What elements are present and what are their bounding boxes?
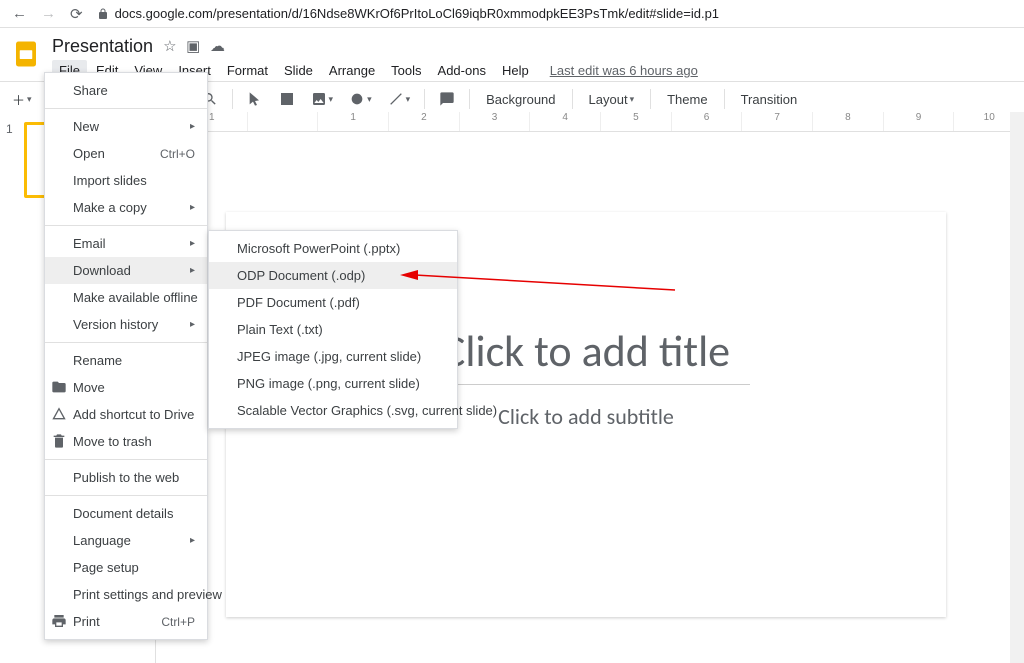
menu-item-share[interactable]: Share — [45, 77, 207, 104]
vertical-scrollbar[interactable] — [1010, 112, 1024, 663]
shape-button[interactable]: ▾ — [343, 86, 378, 112]
image-button[interactable]: ▾ — [305, 86, 340, 112]
menu-arrange[interactable]: Arrange — [322, 60, 382, 81]
menu-item-move[interactable]: Move — [45, 374, 207, 401]
download-jpeg[interactable]: JPEG image (.jpg, current slide) — [209, 343, 457, 370]
menu-item-make-a-copy[interactable]: Make a copy▸ — [45, 194, 207, 221]
file-menu-dropdown: Share New▸ OpenCtrl+O Import slides Make… — [44, 72, 208, 640]
menu-item-publish[interactable]: Publish to the web — [45, 464, 207, 491]
chevron-right-icon: ▸ — [190, 319, 195, 330]
address-bar[interactable]: docs.google.com/presentation/d/16Ndse8WK… — [97, 6, 719, 21]
menu-help[interactable]: Help — [495, 60, 536, 81]
drive-shortcut-icon — [51, 406, 67, 422]
document-title[interactable]: Presentation — [52, 36, 153, 57]
transition-button[interactable]: Transition — [733, 86, 806, 112]
select-tool-button[interactable] — [241, 86, 269, 112]
annotation-arrow — [400, 270, 680, 300]
menu-item-page-setup[interactable]: Page setup — [45, 554, 207, 581]
menu-slide[interactable]: Slide — [277, 60, 320, 81]
chevron-right-icon: ▸ — [190, 121, 195, 132]
menu-item-language[interactable]: Language▸ — [45, 527, 207, 554]
new-slide-button[interactable]: ＋▾ — [6, 86, 38, 112]
chevron-right-icon: ▸ — [190, 238, 195, 249]
slide-title-placeholder[interactable]: Click to add title — [422, 324, 750, 385]
menu-tools[interactable]: Tools — [384, 60, 428, 81]
menu-format[interactable]: Format — [220, 60, 275, 81]
menu-item-version-history[interactable]: Version history▸ — [45, 311, 207, 338]
trash-icon — [51, 433, 67, 449]
layout-button[interactable]: Layout▾ — [581, 86, 643, 112]
menu-item-open[interactable]: OpenCtrl+O — [45, 140, 207, 167]
folder-move-icon — [51, 379, 67, 395]
menu-item-new[interactable]: New▸ — [45, 113, 207, 140]
line-button[interactable]: ▾ — [382, 86, 417, 112]
chevron-right-icon: ▸ — [190, 202, 195, 213]
menu-addons[interactable]: Add-ons — [431, 60, 493, 81]
lock-icon — [97, 8, 109, 20]
menu-item-add-shortcut[interactable]: Add shortcut to Drive — [45, 401, 207, 428]
menu-item-download[interactable]: Download▸ — [45, 257, 207, 284]
menu-item-email[interactable]: Email▸ — [45, 230, 207, 257]
chevron-right-icon: ▸ — [190, 265, 195, 276]
thumbnail-number: 1 — [6, 122, 18, 198]
download-pptx[interactable]: Microsoft PowerPoint (.pptx) — [209, 235, 457, 262]
menu-item-print[interactable]: PrintCtrl+P — [45, 608, 207, 635]
download-svg[interactable]: Scalable Vector Graphics (.svg, current … — [209, 397, 457, 424]
slide-subtitle-placeholder[interactable]: Click to add subtitle — [498, 403, 674, 430]
last-edit-link[interactable]: Last edit was 6 hours ago — [550, 60, 698, 81]
print-icon — [51, 613, 67, 629]
move-folder-icon[interactable]: ▣ — [186, 38, 200, 55]
cloud-status-icon: ☁ — [210, 38, 225, 55]
browser-bar: ← → ⟳ docs.google.com/presentation/d/16N… — [0, 0, 1024, 28]
download-png[interactable]: PNG image (.png, current slide) — [209, 370, 457, 397]
download-submenu: Microsoft PowerPoint (.pptx) ODP Documen… — [208, 230, 458, 429]
download-txt[interactable]: Plain Text (.txt) — [209, 316, 457, 343]
menu-item-rename[interactable]: Rename — [45, 347, 207, 374]
menu-item-import-slides[interactable]: Import slides — [45, 167, 207, 194]
chevron-right-icon: ▸ — [190, 535, 195, 546]
menu-item-offline[interactable]: Make available offline — [45, 284, 207, 311]
back-button[interactable]: ← — [12, 5, 27, 22]
menu-item-doc-details[interactable]: Document details — [45, 500, 207, 527]
star-icon[interactable]: ☆ — [163, 38, 176, 55]
comment-button[interactable] — [433, 86, 461, 112]
menu-item-print-settings[interactable]: Print settings and preview — [45, 581, 207, 608]
theme-button[interactable]: Theme — [659, 86, 715, 112]
textbox-button[interactable] — [273, 86, 301, 112]
url-text: docs.google.com/presentation/d/16Ndse8WK… — [115, 6, 719, 21]
forward-button[interactable]: → — [41, 5, 56, 22]
background-button[interactable]: Background — [478, 86, 563, 112]
menu-item-trash[interactable]: Move to trash — [45, 428, 207, 455]
horizontal-ruler: 1 12 34 56 78 910 — [176, 112, 1024, 132]
reload-button[interactable]: ⟳ — [70, 5, 83, 23]
slides-logo-icon[interactable] — [8, 36, 44, 72]
